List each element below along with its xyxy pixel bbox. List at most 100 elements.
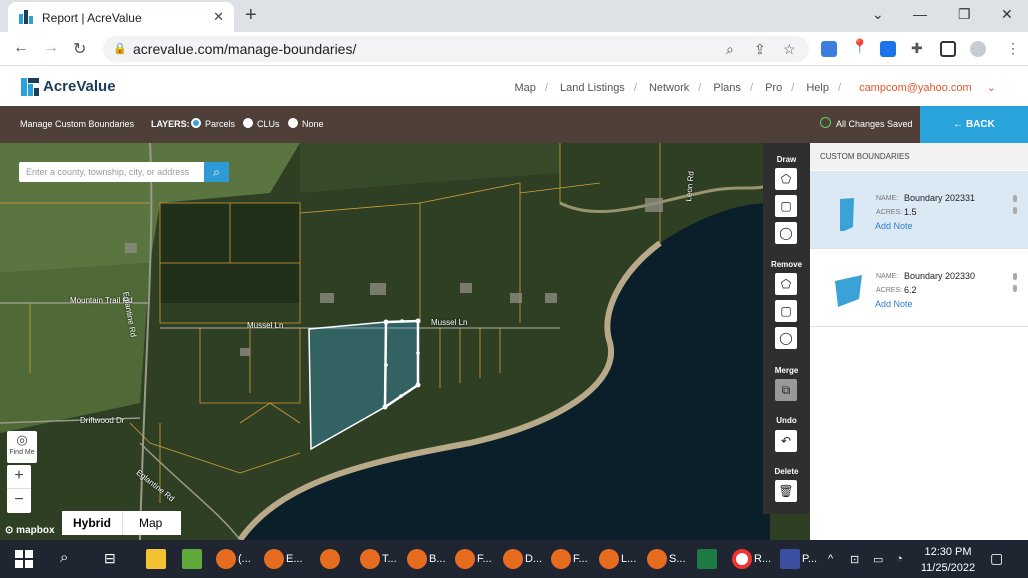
back-button[interactable]: ← BACK: [920, 106, 1028, 143]
find-me-button[interactable]: ◎ Find Me: [7, 431, 37, 463]
side-panel-icon[interactable]: [940, 41, 956, 57]
new-tab-icon[interactable]: +: [245, 4, 257, 27]
firefox-icon[interactable]: [320, 549, 340, 569]
style-hybrid-option[interactable]: Hybrid: [73, 516, 111, 530]
windows-start-icon[interactable]: [14, 549, 34, 569]
close-window-icon[interactable]: ✕: [1001, 6, 1013, 23]
remove-circle-button[interactable]: ◯: [775, 327, 797, 349]
taskbar-item[interactable]: B...: [429, 553, 446, 565]
chevron-up-icon[interactable]: ^: [828, 553, 833, 565]
undo-button[interactable]: ↶: [775, 430, 797, 452]
lock-icon: 🔒: [113, 43, 127, 55]
task-view-icon[interactable]: ⊟: [104, 550, 116, 567]
layer-none-radio[interactable]: [288, 118, 298, 128]
draw-rectangle-button[interactable]: ▢: [775, 195, 797, 217]
close-tab-icon[interactable]: ✕: [213, 9, 224, 25]
firefox-icon[interactable]: [455, 549, 475, 569]
mapbox-label: mapbox: [16, 525, 55, 536]
user-menu[interactable]: campcom@yahoo.com ⌄: [853, 82, 1002, 94]
card-menu-icon[interactable]: [1013, 273, 1017, 293]
bookmark-star-icon[interactable]: ☆: [783, 41, 796, 58]
nav-help[interactable]: Help: [806, 82, 829, 94]
app-blue-icon[interactable]: [780, 549, 800, 569]
extension-translate-icon[interactable]: [821, 41, 837, 57]
card-menu-icon[interactable]: [1013, 195, 1017, 215]
app-green-icon[interactable]: [182, 549, 202, 569]
firefox-icon[interactable]: [551, 549, 571, 569]
share-icon[interactable]: ⇪: [754, 41, 766, 58]
zoom-in-button[interactable]: +: [7, 465, 31, 489]
minimize-icon[interactable]: —: [913, 6, 927, 22]
notifications-icon[interactable]: ▢: [990, 550, 1003, 567]
boundaries-toolbar: Manage Custom Boundaries LAYERS: Parcels…: [0, 106, 1028, 143]
taskbar-item[interactable]: D...: [525, 553, 542, 565]
chrome-icon[interactable]: [732, 549, 752, 569]
tab-search-icon[interactable]: ⌄: [872, 6, 884, 23]
browser-tab[interactable]: Report | AcreValue ✕: [8, 2, 234, 32]
layer-parcels-radio[interactable]: [191, 118, 201, 128]
battery-icon[interactable]: ▭: [873, 553, 883, 566]
nav-network[interactable]: Network: [649, 82, 689, 94]
add-note-link[interactable]: Add Note: [875, 299, 913, 309]
boundary-card[interactable]: NAME: Boundary 202331 ACRES: 1.5 Add Not…: [810, 171, 1028, 249]
taskbar-item[interactable]: F...: [477, 553, 492, 565]
extensions-puzzle-icon[interactable]: ✚: [911, 40, 923, 57]
taskbar-item[interactable]: T...: [382, 553, 397, 565]
layer-clus-label[interactable]: CLUs: [257, 119, 280, 129]
search-taskbar-icon[interactable]: ⌕: [60, 549, 68, 566]
nav-map[interactable]: Map: [514, 82, 535, 94]
taskbar-item[interactable]: S...: [669, 553, 686, 565]
zoom-icon[interactable]: ⌕: [726, 41, 734, 58]
draw-circle-button[interactable]: ◯: [775, 222, 797, 244]
delete-button[interactable]: 🗑: [775, 480, 797, 502]
url-bar[interactable]: 🔒 acrevalue.com/manage-boundaries/ ⌕ ⇪ ☆: [103, 36, 809, 62]
forward-arrow-icon[interactable]: →: [43, 39, 59, 57]
boundary-card[interactable]: NAME: Boundary 202330 ACRES: 6.2 Add Not…: [810, 249, 1028, 327]
add-note-link[interactable]: Add Note: [875, 221, 913, 231]
taskbar-item[interactable]: E...: [286, 553, 303, 565]
nav-pro[interactable]: Pro: [765, 82, 782, 94]
layer-parcels-label[interactable]: Parcels: [205, 119, 235, 129]
style-map-option[interactable]: Map: [139, 516, 162, 530]
search-button[interactable]: ⌕: [204, 162, 229, 182]
firefox-icon[interactable]: [407, 549, 427, 569]
taskbar-item[interactable]: R...: [754, 553, 771, 565]
firefox-icon[interactable]: [264, 549, 284, 569]
wifi-icon[interactable]: ◔: [896, 553, 903, 565]
draw-polygon-button[interactable]: ⬠: [775, 168, 797, 190]
firefox-icon[interactable]: [216, 549, 236, 569]
map-canvas[interactable]: Enter a county, township, city, or addre…: [0, 143, 810, 540]
boundary-name: Boundary 202330: [904, 271, 976, 281]
acrevalue-favicon-icon: [19, 10, 33, 24]
merge-button[interactable]: ⧉: [775, 379, 797, 401]
excel-icon[interactable]: [697, 549, 717, 569]
taskbar-item[interactable]: P...: [802, 553, 817, 565]
nav-plans[interactable]: Plans: [713, 82, 741, 94]
firefox-icon[interactable]: [599, 549, 619, 569]
layer-clus-radio[interactable]: [243, 118, 253, 128]
location-search-input[interactable]: Enter a county, township, city, or addre…: [19, 162, 229, 182]
profile-avatar-icon[interactable]: [970, 41, 986, 57]
restore-icon[interactable]: ❐: [958, 6, 971, 23]
mapbox-attribution[interactable]: ⊙ mapbox: [5, 525, 55, 536]
nav-land-listings[interactable]: Land Listings: [560, 82, 625, 94]
camera-icon[interactable]: ⊡: [850, 553, 859, 566]
extension-pin-icon[interactable]: 📍: [851, 38, 868, 54]
extension-shield-icon[interactable]: [880, 41, 896, 57]
menu-kebab-icon[interactable]: ⋮: [1006, 40, 1020, 57]
firefox-icon[interactable]: [503, 549, 523, 569]
layer-none-label[interactable]: None: [302, 119, 324, 129]
file-explorer-icon[interactable]: [146, 549, 166, 569]
firefox-icon[interactable]: [360, 549, 380, 569]
taskbar-item[interactable]: (...: [238, 553, 251, 565]
back-arrow-icon[interactable]: ←: [13, 39, 29, 57]
remove-rectangle-button[interactable]: ▢: [775, 300, 797, 322]
zoom-out-button[interactable]: −: [7, 489, 31, 513]
reload-icon[interactable]: ↻: [73, 39, 86, 59]
system-clock[interactable]: 12:30 PM 11/25/2022: [916, 544, 980, 576]
user-email: campcom@yahoo.com: [859, 82, 972, 94]
taskbar-item[interactable]: F...: [573, 553, 588, 565]
taskbar-item[interactable]: L...: [621, 553, 636, 565]
remove-polygon-button[interactable]: ⬠: [775, 273, 797, 295]
firefox-icon[interactable]: [647, 549, 667, 569]
